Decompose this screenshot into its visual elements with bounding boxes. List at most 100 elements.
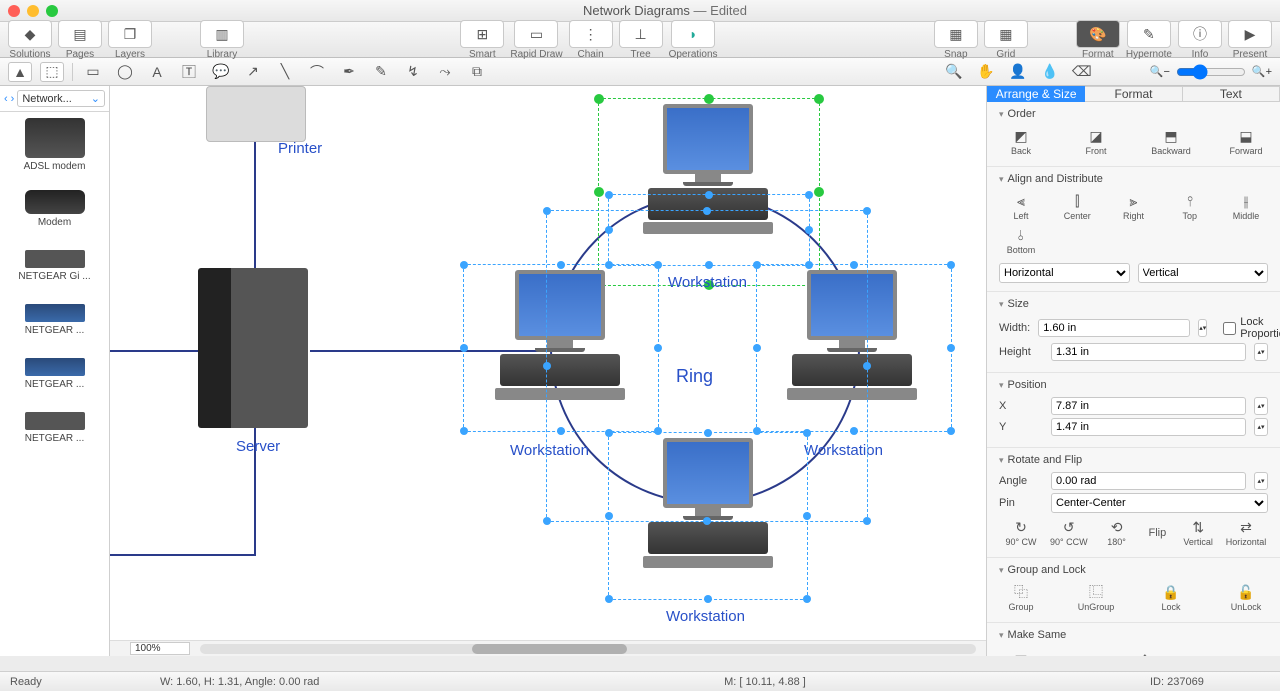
rotate-cw-button[interactable]: ↻90° CW [999, 517, 1043, 549]
align-middle-button[interactable]: ⫲Middle [1224, 191, 1268, 223]
x-field[interactable] [1051, 397, 1246, 415]
distribute-horizontal-select[interactable]: Horizontal [999, 263, 1130, 283]
stamp-tool[interactable]: 👤 [1006, 62, 1030, 82]
library-item[interactable]: Modem [0, 174, 109, 230]
textbox-tool[interactable]: 🅃 [177, 62, 201, 82]
bring-forward-button[interactable]: ⬓Forward [1224, 126, 1268, 158]
zoom-slider[interactable] [1176, 64, 1246, 80]
rapid-draw-button[interactable]: ▭ [514, 20, 558, 48]
send-backward-button[interactable]: ⬒Backward [1149, 126, 1193, 158]
present-button[interactable]: ▶ [1228, 20, 1272, 48]
section-header[interactable]: Group and Lock [999, 564, 1268, 576]
rotate-ccw-button[interactable]: ↺90° CCW [1047, 517, 1091, 549]
rect-tool[interactable]: ▭ [81, 62, 105, 82]
tab-arrange[interactable]: Arrange & Size [987, 86, 1085, 102]
text-tool[interactable]: A [145, 62, 169, 82]
y-stepper[interactable]: ▴▾ [1254, 418, 1268, 436]
bring-to-front-button[interactable]: ◪Front [1074, 126, 1118, 158]
smart-button[interactable]: ⊞ [460, 20, 504, 48]
layers-button[interactable]: ❐ [108, 20, 152, 48]
rotate-180-button[interactable]: ⟲180° [1095, 517, 1139, 549]
library-selector[interactable]: Network...⌄ [17, 90, 105, 107]
smart-connector-tool[interactable]: ⤳ [433, 62, 457, 82]
height-field[interactable] [1051, 343, 1246, 361]
printer-shape[interactable] [206, 86, 306, 142]
align-center-button[interactable]: ⫿Center [1055, 191, 1099, 223]
section-header[interactable]: Order [999, 108, 1268, 120]
width-stepper[interactable]: ▴▾ [1198, 319, 1207, 337]
group-button[interactable]: ⿻Group [999, 582, 1043, 614]
server-shape[interactable] [198, 268, 308, 428]
hand-tool[interactable]: ✋ [974, 62, 998, 82]
ungroup-button[interactable]: ⿺UnGroup [1074, 582, 1118, 614]
chain-button[interactable]: ⋮ [569, 20, 613, 48]
align-left-button[interactable]: ⫷Left [999, 191, 1043, 223]
close-window-button[interactable] [8, 5, 20, 17]
y-field[interactable] [1051, 418, 1246, 436]
grid-button[interactable]: ▦ [984, 20, 1028, 48]
pen-tool[interactable]: ✒ [337, 62, 361, 82]
ellipse-tool[interactable]: ◯ [113, 62, 137, 82]
library-item[interactable]: ADSL modem [0, 112, 109, 174]
distribute-vertical-select[interactable]: Vertical [1138, 263, 1269, 283]
library-button[interactable]: ▥ [200, 20, 244, 48]
align-top-button[interactable]: ⫯Top [1168, 191, 1212, 223]
eraser-tool[interactable]: ⌫ [1070, 62, 1094, 82]
make-same-size-button[interactable]: ▭Size [999, 647, 1043, 656]
zoom-window-button[interactable] [46, 5, 58, 17]
tree-button[interactable]: ⊥ [619, 20, 663, 48]
zoom-in-icon[interactable]: 🔍+ [1252, 65, 1272, 78]
tab-text[interactable]: Text [1183, 86, 1280, 102]
make-same-width-button[interactable]: ↔Width [1061, 647, 1105, 656]
marquee-tool[interactable]: ⬚ [40, 62, 64, 82]
library-item[interactable]: NETGEAR ... [0, 392, 109, 446]
send-to-back-button[interactable]: ◩Back [999, 126, 1043, 158]
section-header[interactable]: Make Same [999, 629, 1268, 641]
library-item[interactable]: NETGEAR ... [0, 338, 109, 392]
unlock-button[interactable]: 🔓UnLock [1224, 582, 1268, 614]
section-header[interactable]: Size [999, 298, 1268, 310]
library-item[interactable]: NETGEAR ... [0, 284, 109, 338]
section-header[interactable]: Position [999, 379, 1268, 391]
solutions-button[interactable]: ◆ [8, 20, 52, 48]
arrow-tool[interactable]: ↗ [241, 62, 265, 82]
arc-tool[interactable]: ⌒ [305, 62, 329, 82]
eyedropper-tool[interactable]: 💧 [1038, 62, 1062, 82]
zoom-out-icon[interactable]: 🔍− [1150, 65, 1170, 78]
flip-vertical-button[interactable]: ⇅Vertical [1176, 517, 1220, 549]
pencil-tool[interactable]: ✎ [369, 62, 393, 82]
align-bottom-button[interactable]: ⫰Bottom [999, 225, 1043, 257]
line-tool[interactable]: ╲ [273, 62, 297, 82]
tab-format[interactable]: Format [1085, 86, 1182, 102]
lib-prev-button[interactable]: ‹ [4, 93, 8, 105]
minimize-window-button[interactable] [27, 5, 39, 17]
pages-button[interactable]: ▤ [58, 20, 102, 48]
height-stepper[interactable]: ▴▾ [1254, 343, 1268, 361]
lock-proportions-checkbox[interactable] [1223, 322, 1236, 335]
pointer-tool[interactable]: ▲ [8, 62, 32, 82]
format-panel-button[interactable]: 🎨 [1076, 20, 1120, 48]
canvas-area[interactable]: Printer Server Ring Workstation Wor [110, 86, 986, 656]
info-button[interactable]: ⓘ [1178, 20, 1222, 48]
zoom-level-field[interactable]: 100% [130, 642, 190, 655]
section-header[interactable]: Rotate and Flip [999, 454, 1268, 466]
lock-button[interactable]: 🔒Lock [1149, 582, 1193, 614]
width-field[interactable] [1038, 319, 1190, 337]
align-right-button[interactable]: ⫸Right [1112, 191, 1156, 223]
x-stepper[interactable]: ▴▾ [1254, 397, 1268, 415]
make-same-height-button[interactable]: ↕Height [1123, 647, 1167, 656]
operations-button[interactable]: ◗ [671, 20, 715, 48]
crop-tool[interactable]: ⧉ [465, 62, 489, 82]
snap-button[interactable]: ▦ [934, 20, 978, 48]
angle-field[interactable] [1051, 472, 1246, 490]
magnifier-tool[interactable]: 🔍 [942, 62, 966, 82]
hypernote-button[interactable]: ✎ [1127, 20, 1171, 48]
pin-select[interactable]: Center-Center [1051, 493, 1268, 513]
lib-next-button[interactable]: › [11, 93, 15, 105]
section-header[interactable]: Align and Distribute [999, 173, 1268, 185]
callout-tool[interactable]: 💬 [209, 62, 233, 82]
horizontal-scrollbar[interactable]: 100% [110, 640, 986, 656]
connector-tool[interactable]: ↯ [401, 62, 425, 82]
flip-horizontal-button[interactable]: ⇄Horizontal [1224, 517, 1268, 549]
angle-stepper[interactable]: ▴▾ [1254, 472, 1268, 490]
